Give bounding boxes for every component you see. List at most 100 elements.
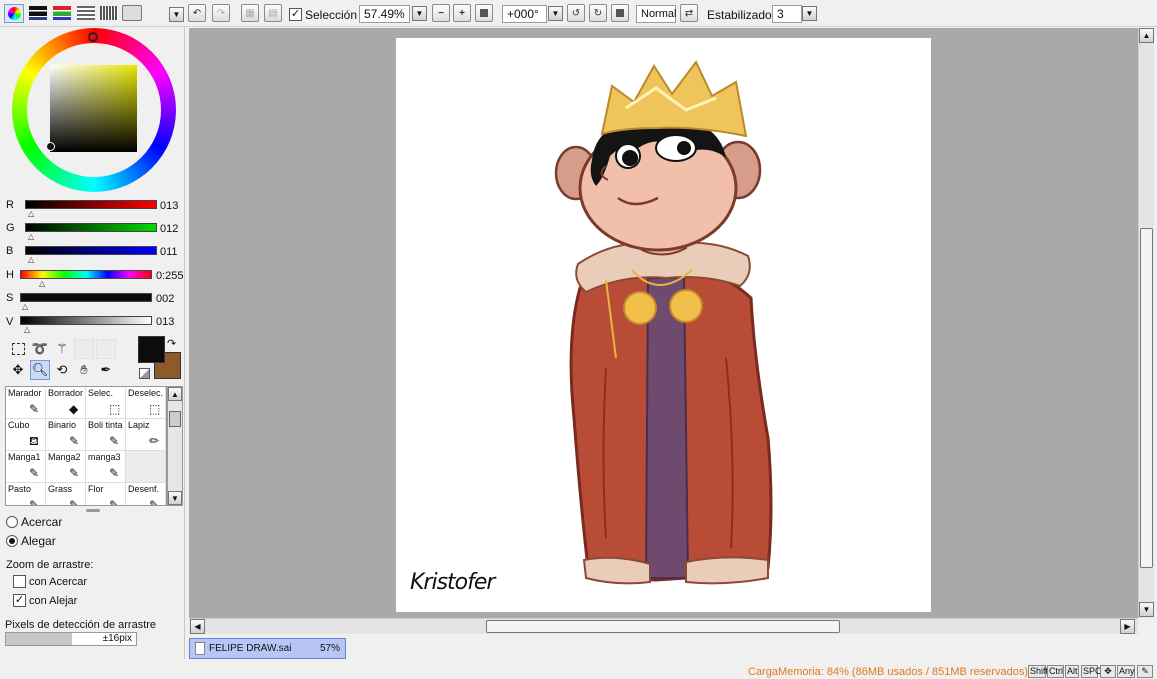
scroll-up-arrow-icon[interactable]: ▲ (1139, 28, 1154, 43)
canvas-horizontal-scrollbar[interactable]: ◀ ▶ (189, 618, 1138, 634)
r-slider[interactable] (25, 200, 157, 209)
g-slider-thumb[interactable]: △ (28, 232, 34, 241)
brush-label: manga3 (88, 452, 121, 462)
drag-zoom-out-label: con Alejar (29, 595, 78, 607)
alegar-radio[interactable] (6, 535, 18, 547)
saturation-value-square[interactable] (50, 65, 137, 152)
blend-mode-field[interactable]: Normal (636, 5, 676, 23)
zoom-field[interactable]: 57.49% (359, 5, 410, 23)
swap-colors-icon[interactable]: ↷ (167, 337, 176, 350)
brush-manga1[interactable]: Manga1 ✎ (6, 451, 46, 483)
transparent-color-icon[interactable] (139, 368, 150, 379)
brush-marador[interactable]: Marador ✎ (6, 387, 46, 419)
brush-deselec[interactable]: Deselec. ⬚ (126, 387, 166, 419)
shift-key-indicator: Shift (1028, 665, 1049, 678)
drag-zoom-out-checkbox[interactable]: ✓ (13, 594, 26, 607)
invert-selection-button[interactable]: ▤ (264, 4, 282, 22)
rotate-cw-button[interactable]: ↻ (589, 4, 607, 22)
r-slider-thumb[interactable]: △ (28, 209, 34, 218)
zoom-dropdown[interactable]: ▼ (412, 6, 427, 21)
h-slider[interactable] (20, 270, 152, 279)
v-slider-thumb[interactable]: △ (24, 325, 30, 334)
h-slider-thumb[interactable]: △ (39, 279, 45, 288)
stabilizer-dropdown[interactable]: ▼ (802, 6, 817, 21)
panel-menu-dropdown[interactable]: ▼ (169, 7, 184, 22)
brush-manga3[interactable]: manga3 ✎ (86, 451, 126, 483)
b-slider-thumb[interactable]: △ (28, 255, 34, 264)
rotation-dropdown[interactable]: ▼ (548, 6, 563, 21)
zoom-reset-button[interactable] (475, 4, 493, 22)
swatches-mode-icon[interactable] (77, 6, 95, 20)
redo-button[interactable]: ↷ (212, 4, 230, 22)
g-slider[interactable] (25, 223, 157, 232)
pen-icon: ✎ (149, 498, 160, 506)
brush-lapiz[interactable]: Lapiz ✏ (126, 419, 166, 451)
deselect-button[interactable]: ▦ (241, 4, 259, 22)
zoom-out-button[interactable]: − (432, 4, 450, 22)
scroll-right-arrow-icon[interactable]: ▶ (1120, 619, 1135, 634)
v-slider[interactable] (20, 316, 152, 325)
hue-ring-marker[interactable] (88, 32, 98, 42)
scroll-left-arrow-icon[interactable]: ◀ (190, 619, 205, 634)
brush-cubo[interactable]: Cubo ⛾ (6, 419, 46, 451)
rotate-ccw-button[interactable]: ↺ (567, 4, 585, 22)
move-icon[interactable]: ✥ (8, 360, 28, 380)
scroll-down-arrow-icon[interactable]: ▼ (168, 491, 182, 505)
drag-zoom-label: Zoom de arrastre: (6, 559, 94, 571)
selection-checkbox[interactable]: ✓ (289, 8, 302, 21)
brush-panel-scrollbar[interactable]: ▲ ▼ (167, 386, 183, 506)
marquee-select-icon[interactable] (8, 339, 28, 359)
sv-marker[interactable] (46, 142, 55, 151)
hsv-sliders-mode-icon[interactable] (53, 6, 71, 20)
rotation-field[interactable]: +000° (502, 5, 547, 23)
brush-boli-tinta[interactable]: Boli tinta ✎ (86, 419, 126, 451)
horizontal-scroll-thumb[interactable] (486, 620, 840, 633)
s-slider-label: S (6, 292, 14, 304)
scroll-up-arrow-icon[interactable]: ▲ (168, 387, 182, 401)
stabilizer-field[interactable]: 3 (772, 5, 802, 23)
brush-grass[interactable]: Grass ✎ (46, 483, 86, 505)
s-slider[interactable] (20, 293, 152, 302)
artwork-canvas[interactable]: Kristofer (396, 38, 931, 612)
brush-selec[interactable]: Selec. ⬚ (86, 387, 126, 419)
magic-wand-icon[interactable]: ⚚ (52, 339, 72, 359)
deselect-brush-icon: ⬚ (149, 402, 161, 416)
zoom-tool-icon[interactable]: 🔍︎ (30, 360, 50, 380)
brush-desenf[interactable]: Desenf. ✎ (126, 483, 166, 506)
color-wheel-mode-icon[interactable] (4, 4, 24, 23)
brush-empty-slot[interactable] (126, 451, 166, 483)
scroll-thumb[interactable] (169, 411, 181, 427)
rgb-sliders-mode-icon[interactable] (29, 6, 47, 20)
canvas-vertical-scrollbar[interactable]: ▲ ▼ (1138, 28, 1154, 618)
rotation-reset-button[interactable] (611, 4, 629, 22)
b-slider[interactable] (25, 246, 157, 255)
s-slider-thumb[interactable]: △ (22, 302, 28, 311)
brush-binario[interactable]: Binario ✎ (46, 419, 86, 451)
drag-pixels-slider[interactable]: ±16pix (5, 632, 137, 646)
h-value: 0:255 (156, 270, 184, 282)
scratchpad-mode-icon[interactable] (100, 6, 118, 20)
brush-label: Grass (48, 484, 73, 494)
artist-signature: Kristofer (410, 570, 495, 595)
lasso-select-icon[interactable]: ➰ (30, 339, 50, 359)
vertical-scroll-thumb[interactable] (1140, 228, 1153, 568)
brush-pasto[interactable]: Pasto ✎ (6, 483, 46, 505)
zoom-in-button[interactable]: + (453, 4, 471, 22)
drag-pixels-value: ±16pix (102, 633, 132, 644)
rotate-tool-icon[interactable]: ⟲ (52, 360, 72, 380)
panel-resize-handle[interactable] (86, 509, 100, 512)
brush-label: Boli tinta (88, 420, 123, 430)
primary-color-swatch[interactable] (138, 336, 165, 363)
acercar-radio[interactable] (6, 516, 18, 528)
document-tab[interactable]: FELIPE DRAW.sai 57% (189, 638, 346, 659)
hand-icon[interactable]: ✋︎ (74, 360, 94, 380)
navigator-mode-icon[interactable] (122, 5, 142, 21)
brush-borrador[interactable]: Borrador ◆ (46, 387, 86, 419)
eyedropper-icon[interactable]: ✒ (96, 360, 116, 380)
brush-manga2[interactable]: Manga2 ✎ (46, 451, 86, 483)
drag-zoom-in-checkbox[interactable] (13, 575, 26, 588)
scroll-down-arrow-icon[interactable]: ▼ (1139, 602, 1154, 617)
undo-button[interactable]: ↶ (188, 4, 206, 22)
brush-flor[interactable]: Flor ✎ (86, 483, 126, 505)
flip-view-button[interactable]: ⇄ (680, 4, 698, 22)
